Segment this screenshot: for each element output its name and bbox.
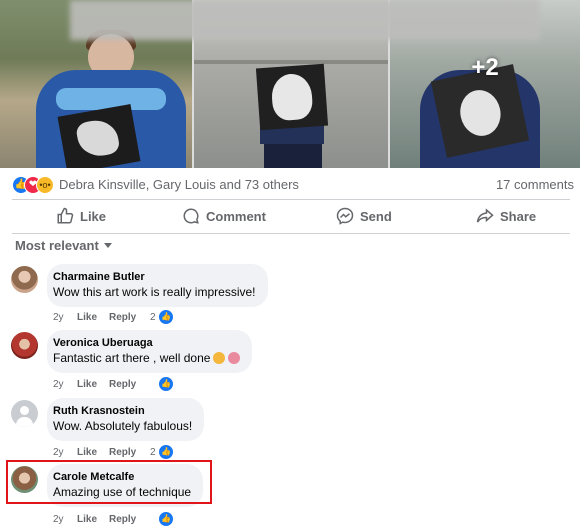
like-reaction-icon[interactable]: 👍 <box>158 309 174 325</box>
like-reaction-icon[interactable]: 👍 <box>158 511 174 527</box>
comment-text: Wow. Absolutely fabulous! <box>53 419 193 433</box>
comment-icon <box>183 208 199 224</box>
divider <box>12 199 570 200</box>
comment-reply-button[interactable]: Reply <box>109 514 136 525</box>
comment-count[interactable]: 17 comments <box>496 177 574 192</box>
avatar[interactable] <box>11 266 38 293</box>
caret-down-icon <box>103 243 112 248</box>
comment-reply-button[interactable]: Reply <box>109 447 136 458</box>
post-actions: Like Comment Send Share <box>12 201 570 231</box>
comment-text: Fantastic art there , well done <box>53 351 211 365</box>
like-reaction-icon[interactable]: 👍 <box>158 376 174 392</box>
commenter-name[interactable]: Charmaine Butler <box>53 270 256 284</box>
photo-figure-shorts <box>264 144 322 168</box>
share-button[interactable]: Share <box>476 201 536 231</box>
commenter-name[interactable]: Veronica Uberuaga <box>53 336 240 350</box>
comment-text-row: Fantastic art there , well done <box>53 350 241 366</box>
party-popper-emoji-icon <box>228 352 241 364</box>
share-button-label: Share <box>500 208 537 224</box>
default-avatar-icon[interactable] <box>11 400 38 427</box>
comment-age[interactable]: 2y <box>53 379 64 390</box>
comment-age[interactable]: 2y <box>53 514 64 525</box>
wolf-artwork <box>57 104 141 168</box>
wow-icon: •o• <box>36 176 54 194</box>
send-button-label: Send <box>360 208 392 224</box>
reaction-icons: 👍 ❤ •o• <box>12 176 56 194</box>
comment-text: Wow this art work is really impressive! <box>53 285 256 299</box>
like-button[interactable]: Like <box>56 201 106 231</box>
comment-reply-button[interactable]: Reply <box>109 312 136 323</box>
comment-like-button[interactable]: Like <box>77 312 97 323</box>
more-photos-count[interactable]: +2 <box>390 54 580 82</box>
comment-like-button[interactable]: Like <box>77 447 97 458</box>
blurred-region <box>70 0 540 40</box>
comment-like-button[interactable]: Like <box>77 379 97 390</box>
clapping-hands-emoji-icon <box>213 352 226 364</box>
post-photo-grid: +2 <box>0 0 580 168</box>
comment-bubble: Veronica Uberuaga Fantastic art there , … <box>47 330 253 373</box>
reactions-summary[interactable]: 👍 ❤ •o• Debra Kinsville, Gary Louis and … <box>12 176 574 194</box>
reaction-count[interactable]: 2 <box>150 312 156 323</box>
comment-reply-button[interactable]: Reply <box>109 379 136 390</box>
comment-bubble: Charmaine Butler Wow this art work is re… <box>47 264 268 307</box>
comment-age[interactable]: 2y <box>53 312 64 323</box>
comment-age[interactable]: 2y <box>53 447 64 458</box>
comment-button[interactable]: Comment <box>182 201 266 231</box>
messenger-icon <box>336 207 354 225</box>
like-button-label: Like <box>80 208 107 224</box>
comment-bubble: Ruth Krasnostein Wow. Absolutely fabulou… <box>47 398 205 441</box>
comment-sort-dropdown[interactable]: Most relevant <box>15 238 112 253</box>
divider <box>12 233 570 234</box>
comment-like-button[interactable]: Like <box>77 514 97 525</box>
thumbs-up-icon <box>57 207 74 224</box>
comment-button-label: Comment <box>206 208 266 224</box>
animal-artwork <box>255 63 329 131</box>
avatar[interactable] <box>11 332 38 359</box>
highlight-box <box>6 460 212 504</box>
like-reaction-icon[interactable]: 👍 <box>158 444 174 460</box>
sort-label: Most relevant <box>15 238 99 253</box>
send-button[interactable]: Send <box>336 201 392 231</box>
reaction-names[interactable]: Debra Kinsville, Gary Louis and 73 other… <box>59 177 299 192</box>
commenter-name[interactable]: Ruth Krasnostein <box>53 404 192 418</box>
reaction-count[interactable]: 2 <box>150 447 156 458</box>
share-icon <box>476 208 494 223</box>
